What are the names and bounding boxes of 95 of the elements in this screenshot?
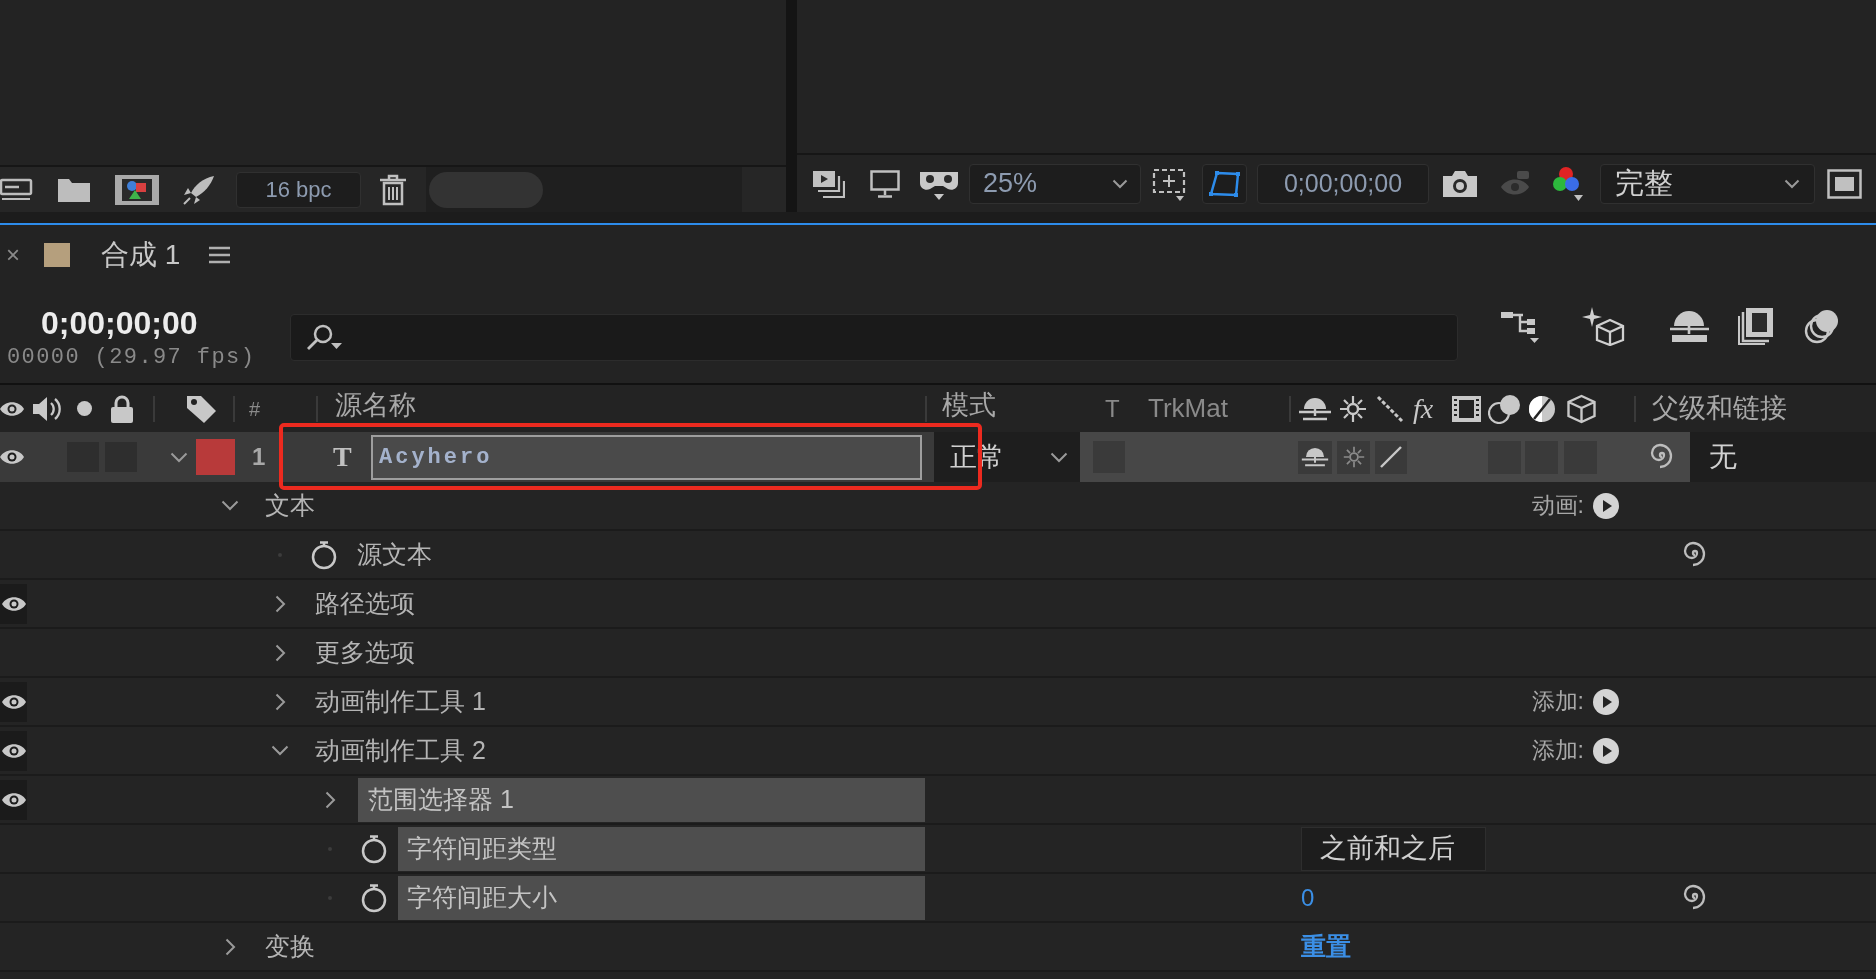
property-name[interactable]: 字符间距大小	[398, 875, 925, 920]
monitor-icon[interactable]	[870, 169, 900, 198]
label-swatch-icon[interactable]	[196, 439, 235, 475]
property-name[interactable]: 源文本	[357, 535, 432, 574]
visibility-toggle[interactable]	[0, 681, 27, 722]
play-circle-icon[interactable]	[1592, 687, 1620, 716]
tag-icon	[186, 393, 217, 424]
action-label: 动画:	[1531, 491, 1584, 521]
lock-icon	[110, 394, 134, 423]
film-frame-icon	[1451, 394, 1482, 423]
shy-switch[interactable]	[1298, 440, 1332, 474]
visibility-toggle[interactable]	[0, 583, 27, 624]
trash-icon[interactable]	[378, 173, 408, 206]
search-field[interactable]	[290, 314, 1458, 361]
property-name[interactable]: 范围选择器 1	[358, 777, 925, 822]
property-name[interactable]: 字符间距类型	[398, 826, 925, 871]
action-label: 添加:	[1531, 736, 1584, 766]
quality-switch[interactable]	[1375, 440, 1407, 474]
label-swatch-icon	[44, 243, 70, 267]
property-name[interactable]: 更多选项	[315, 633, 415, 672]
column-header[interactable]: 父级和链接	[1652, 388, 1787, 429]
rgb-dots-icon[interactable]	[1550, 165, 1585, 202]
property-name[interactable]: 变换	[265, 927, 315, 966]
chevron-right-icon[interactable]	[274, 692, 286, 711]
stopwatch-icon[interactable]	[360, 833, 388, 864]
column-header[interactable]: TrkMat	[1148, 389, 1228, 428]
stopwatch-icon[interactable]	[310, 539, 338, 570]
collapse-switch[interactable]	[1337, 440, 1370, 474]
mask-path-toggle-button[interactable]	[1202, 163, 1247, 204]
chevron-down-icon	[1112, 178, 1128, 189]
action-label: 添加:	[1531, 687, 1584, 717]
search-icon[interactable]	[305, 323, 343, 352]
property-name[interactable]: 文本	[265, 486, 315, 525]
chevron-right-icon[interactable]	[224, 937, 236, 956]
current-time-display[interactable]: 0;00;00;00	[41, 303, 198, 343]
layer-number: 1	[252, 442, 266, 472]
sun-icon	[1339, 394, 1367, 423]
property-name[interactable]: 动画制作工具 1	[315, 682, 486, 721]
column-header: #	[249, 396, 261, 422]
column-header: fx	[1413, 394, 1435, 423]
shy-icon	[1301, 446, 1329, 468]
parent-dropdown[interactable]: 无	[1690, 432, 1876, 482]
column-header[interactable]: 模式	[942, 391, 996, 419]
speaker-icon	[32, 395, 61, 422]
text-layer-glyph: T	[333, 440, 352, 474]
film-frame-icon[interactable]	[115, 174, 159, 205]
sun-icon	[1342, 446, 1365, 468]
chevron-right-icon[interactable]	[324, 790, 336, 809]
play-circle-icon[interactable]	[1592, 736, 1620, 765]
rocket-icon[interactable]	[182, 174, 215, 205]
shy-icon	[1298, 395, 1332, 422]
chevron-down-icon	[1784, 178, 1800, 189]
value-link[interactable]: 重置	[1301, 927, 1351, 966]
column-header[interactable]: T	[1105, 390, 1120, 427]
composition-tab[interactable]: 合成 1	[101, 234, 181, 276]
folder-icon[interactable]	[57, 176, 91, 203]
list-box-icon[interactable]	[0, 177, 33, 202]
film-strip-icon[interactable]	[1738, 307, 1774, 345]
stacked-circles-icon	[1488, 393, 1522, 424]
solo-dot-icon	[77, 401, 92, 416]
chevron-down-icon[interactable]	[169, 451, 188, 463]
window-icon[interactable]	[1827, 168, 1862, 199]
property-name[interactable]: 动画制作工具 2	[315, 731, 486, 770]
close-button[interactable]: ×	[6, 243, 20, 267]
visibility-toggle[interactable]	[0, 730, 27, 771]
bit-depth-button[interactable]: 16 bpc	[236, 171, 361, 208]
slash-icon	[1379, 445, 1403, 469]
dome-icon[interactable]	[1669, 309, 1710, 343]
chevron-right-icon[interactable]	[274, 594, 286, 613]
frame-rate-label: 00000 (29.97 fps)	[7, 344, 256, 372]
zoom-dropdown[interactable]: 25%	[969, 163, 1141, 204]
half-circle-icon	[1528, 394, 1556, 423]
column-header[interactable]: 源名称	[335, 391, 416, 419]
timecode-field[interactable]: 0;00;00;00	[1257, 163, 1429, 204]
chevron-down-icon[interactable]	[221, 500, 239, 511]
resolution-dropdown[interactable]: 完整	[1600, 163, 1815, 204]
menu-icon[interactable]	[209, 246, 231, 264]
path-shape-icon	[1208, 169, 1241, 198]
visibility-toggle[interactable]	[0, 779, 27, 820]
stacked-circles-icon[interactable]	[1804, 308, 1840, 344]
value-number[interactable]: 0	[1301, 879, 1315, 916]
stopwatch-icon[interactable]	[360, 882, 388, 913]
chevron-down-icon[interactable]	[271, 745, 289, 756]
chevron-down-icon	[1050, 451, 1068, 463]
camera-icon[interactable]	[1440, 168, 1480, 199]
eye-icon[interactable]	[0, 449, 24, 465]
chevron-right-icon[interactable]	[274, 643, 286, 662]
property-name[interactable]: 路径选项	[315, 584, 415, 623]
layer-name-field[interactable]: Acyhero	[371, 434, 922, 480]
stacked-frames-icon[interactable]	[812, 169, 845, 198]
play-circle-icon[interactable]	[1592, 491, 1620, 520]
value-dropdown[interactable]: 之前和之后	[1301, 826, 1486, 871]
eye-icon	[0, 400, 24, 417]
cube-icon	[1566, 393, 1597, 424]
diagonal-line-icon	[1376, 394, 1404, 423]
